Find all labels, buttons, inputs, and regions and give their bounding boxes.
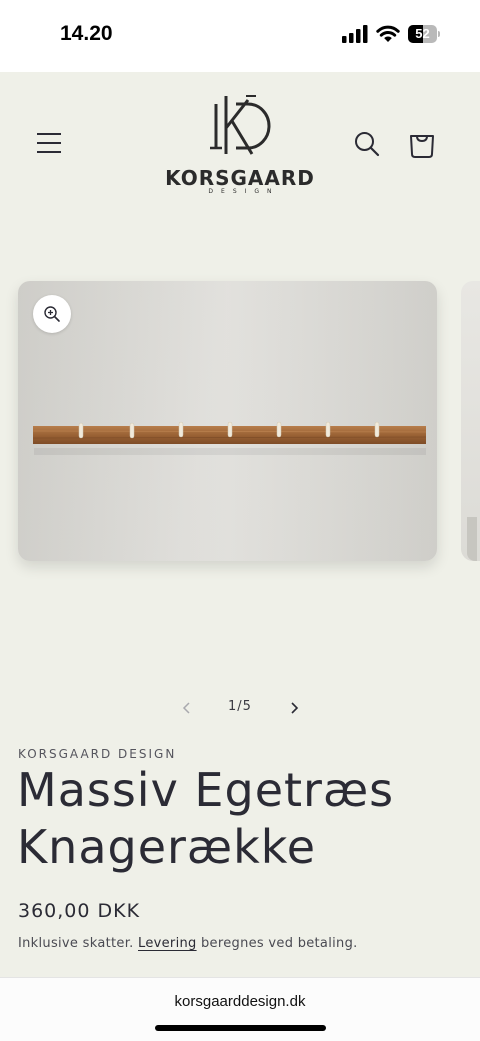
site-header: KORSGAARD DESIGN: [0, 72, 480, 212]
search-button[interactable]: [352, 129, 382, 159]
next-image-preview: [467, 517, 477, 561]
product-vendor: KORSGAARD DESIGN: [18, 747, 177, 761]
zoom-button[interactable]: [33, 295, 71, 333]
product-title: Massiv Egetræs Knagerække: [17, 763, 395, 874]
logo-subtitle: DESIGN: [208, 188, 280, 195]
previous-slide-button[interactable]: [178, 698, 196, 718]
status-bar: 14.20 52: [0, 0, 480, 72]
url-text[interactable]: korsgaarddesign.dk: [0, 993, 480, 1010]
shipping-link[interactable]: Levering: [138, 936, 197, 951]
zoom-in-icon: [44, 306, 60, 322]
tax-note-text: Inklusive skatter.: [18, 936, 139, 951]
browser-address-bar[interactable]: korsgaarddesign.dk: [0, 977, 480, 1041]
search-icon: [355, 132, 380, 157]
next-product-image[interactable]: [461, 281, 480, 561]
cart-icon: [410, 135, 434, 158]
cart-button[interactable]: [406, 127, 438, 161]
product-price: 360,00 DKK: [18, 900, 141, 922]
menu-button[interactable]: [34, 130, 64, 156]
store-logo[interactable]: KORSGAARD DESIGN: [160, 90, 320, 198]
product-image[interactable]: [18, 281, 437, 561]
tax-note-text-end: beregnes ved betaling.: [196, 936, 358, 951]
kd-monogram-logo: [210, 95, 271, 155]
status-icons: 52: [342, 25, 440, 43]
chevron-left-icon: [182, 702, 190, 714]
coat-rack-photo: [18, 281, 437, 561]
store-page: KORSGAARD DESIGN 1/5 KORSGAARD DESIGN Ma…: [0, 72, 480, 977]
slide-counter: 1/5: [228, 699, 252, 714]
logo-wordmark: KORSGAARD: [165, 166, 315, 190]
next-slide-button[interactable]: [285, 698, 303, 718]
tax-note: Inklusive skatter. Levering beregnes ved…: [18, 936, 358, 951]
status-time: 14.20: [60, 22, 113, 45]
gallery-pagination: 1/5: [0, 696, 480, 720]
battery-level-text: 52: [415, 26, 430, 41]
home-indicator[interactable]: [155, 1025, 326, 1031]
chevron-right-icon: [291, 702, 299, 714]
hamburger-menu-icon: [37, 133, 61, 153]
cellular-signal-icon: [342, 25, 368, 43]
wifi-icon: [376, 25, 400, 42]
battery-icon: 52: [408, 25, 440, 43]
